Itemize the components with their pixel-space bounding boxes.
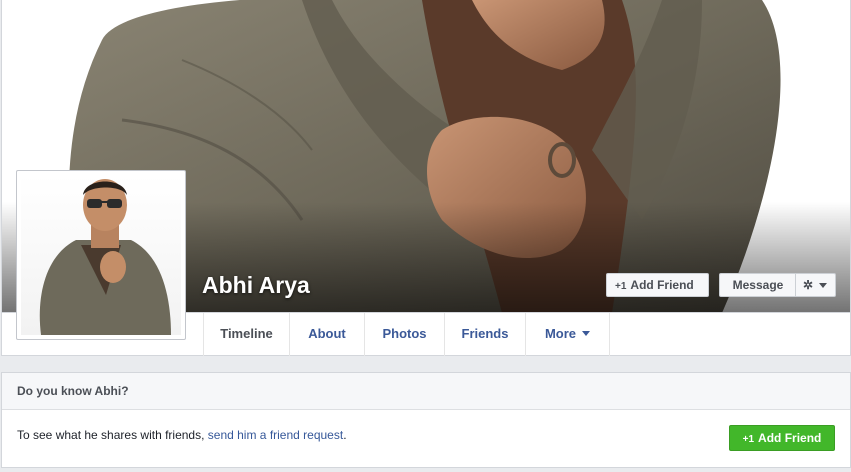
tab-photos[interactable]: Photos	[365, 313, 445, 356]
add-friend-icon: +1	[615, 281, 627, 292]
message-button[interactable]: Message	[720, 274, 796, 296]
button-divider	[795, 274, 796, 296]
panel-period: .	[343, 428, 347, 442]
add-friend-green-label: Add Friend	[758, 431, 822, 445]
gear-icon[interactable]: ✲	[800, 274, 816, 296]
panel-title: Do you know Abhi?	[2, 373, 850, 410]
panel-text: To see what he shares with friends,	[17, 428, 205, 442]
do-you-know-panel: Do you know Abhi? To see what he shares …	[1, 372, 851, 468]
profile-picture-image	[21, 175, 181, 335]
panel-message: To see what he shares with friends, send…	[17, 428, 347, 442]
add-friend-green-button[interactable]: +1 Add Friend	[729, 425, 835, 451]
panel-body: To see what he shares with friends, send…	[2, 410, 850, 468]
friend-request-link[interactable]: send him a friend request	[208, 428, 343, 442]
tab-more-label: More	[544, 326, 577, 341]
tab-friends[interactable]: Friends	[445, 313, 526, 356]
tab-timeline[interactable]: Timeline	[203, 313, 290, 356]
message-button-group: Message ✲	[719, 273, 836, 297]
profile-name: Abhi Arya	[202, 272, 310, 298]
chevron-down-icon	[582, 331, 591, 336]
chevron-down-icon[interactable]	[819, 283, 827, 288]
profile-picture[interactable]	[16, 170, 186, 340]
tab-about[interactable]: About	[290, 313, 365, 356]
tab-more[interactable]: More	[526, 313, 610, 356]
add-friend-label: Add Friend	[630, 278, 694, 292]
add-friend-green-icon: +1	[742, 434, 755, 445]
add-friend-button[interactable]: +1 Add Friend	[606, 273, 709, 297]
